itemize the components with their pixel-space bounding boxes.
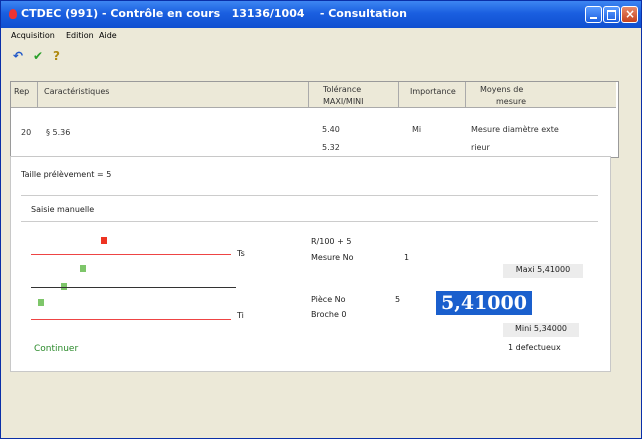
app-icon bbox=[9, 9, 17, 19]
minimize-button[interactable] bbox=[585, 6, 602, 23]
close-button[interactable]: × bbox=[621, 6, 638, 23]
broche-label: Broche 0 bbox=[311, 310, 347, 319]
header-caracteristiques[interactable]: Caractéristiques bbox=[38, 82, 309, 108]
menu-acquisition[interactable]: Acquisition bbox=[11, 31, 55, 40]
taille-prelevement: Taille prélèvement = 5 bbox=[21, 170, 112, 179]
ts-label: Ts bbox=[237, 249, 245, 258]
row-rep: 20 bbox=[21, 128, 32, 137]
formula-label: R/100 + 5 bbox=[311, 237, 352, 246]
row-moyens-cont: rieur bbox=[471, 143, 490, 152]
close-icon: × bbox=[625, 7, 636, 21]
nominal-line bbox=[31, 287, 236, 288]
menu-aide[interactable]: Aide bbox=[99, 31, 117, 40]
toolbar: ↶ ✔ ? bbox=[1, 47, 641, 65]
minimize-icon bbox=[590, 17, 597, 19]
continuer-button[interactable]: Continuer bbox=[34, 344, 78, 354]
header-moyens[interactable]: Moyens de mesure bbox=[466, 82, 616, 108]
undo-icon[interactable]: ↶ bbox=[13, 49, 23, 63]
menu-edition[interactable]: Edition bbox=[66, 31, 94, 40]
row-tolerance-max: 5.40 bbox=[322, 125, 340, 134]
header-importance[interactable]: Importance bbox=[399, 82, 466, 108]
ti-line bbox=[31, 319, 231, 320]
mesure-no-value: 1 bbox=[404, 253, 410, 262]
ti-label: Ti bbox=[237, 311, 244, 320]
characteristics-table: Rep Caractéristiques Tolérance MAXI/MINI… bbox=[10, 81, 619, 158]
defectueux-count: 1 defectueux bbox=[508, 343, 561, 352]
maximize-icon bbox=[607, 10, 616, 20]
header-tolerance[interactable]: Tolérance MAXI/MINI bbox=[309, 82, 399, 108]
menu-bar: Acquisition Edition Aide bbox=[1, 29, 641, 45]
saisie-manuelle-label: Saisie manuelle bbox=[31, 205, 95, 214]
saisie-manuelle-panel: Saisie manuelle bbox=[21, 195, 598, 222]
row-caracteristique: § 5.36 bbox=[46, 128, 71, 137]
ts-line bbox=[31, 254, 231, 255]
help-icon[interactable]: ? bbox=[53, 49, 60, 63]
mini-value: Mini 5,34000 bbox=[503, 323, 579, 337]
marker-green-1 bbox=[80, 265, 86, 272]
maxi-value: Maxi 5,41000 bbox=[503, 264, 583, 278]
measurement-panel: Taille prélèvement = 5 Saisie manuelle T… bbox=[10, 156, 611, 372]
window-title: CTDEC (991) - Contrôle en cours 13136/10… bbox=[21, 7, 407, 20]
check-icon[interactable]: ✔ bbox=[33, 49, 43, 63]
piece-no-label: Pièce No bbox=[311, 295, 346, 304]
row-tolerance-min: 5.32 bbox=[322, 143, 340, 152]
app-window: CTDEC (991) - Contrôle en cours 13136/10… bbox=[0, 0, 642, 439]
row-moyens: Mesure diamètre exte bbox=[471, 125, 559, 134]
measured-value-input[interactable]: 5,41000 bbox=[436, 291, 532, 315]
marker-red bbox=[101, 237, 107, 244]
title-bar[interactable]: CTDEC (991) - Contrôle en cours 13136/10… bbox=[1, 1, 641, 28]
gauge-area: Ts Ti bbox=[11, 221, 291, 331]
table-row[interactable]: 20 § 5.36 5.40 5.32 Mi Mesure diamètre e… bbox=[11, 109, 616, 152]
maximize-button[interactable] bbox=[603, 6, 620, 23]
piece-no-value: 5 bbox=[395, 295, 401, 304]
row-importance: Mi bbox=[412, 125, 422, 134]
header-rep[interactable]: Rep bbox=[11, 82, 38, 108]
mesure-no-label: Mesure No bbox=[311, 253, 354, 262]
marker-green-3 bbox=[38, 299, 44, 306]
